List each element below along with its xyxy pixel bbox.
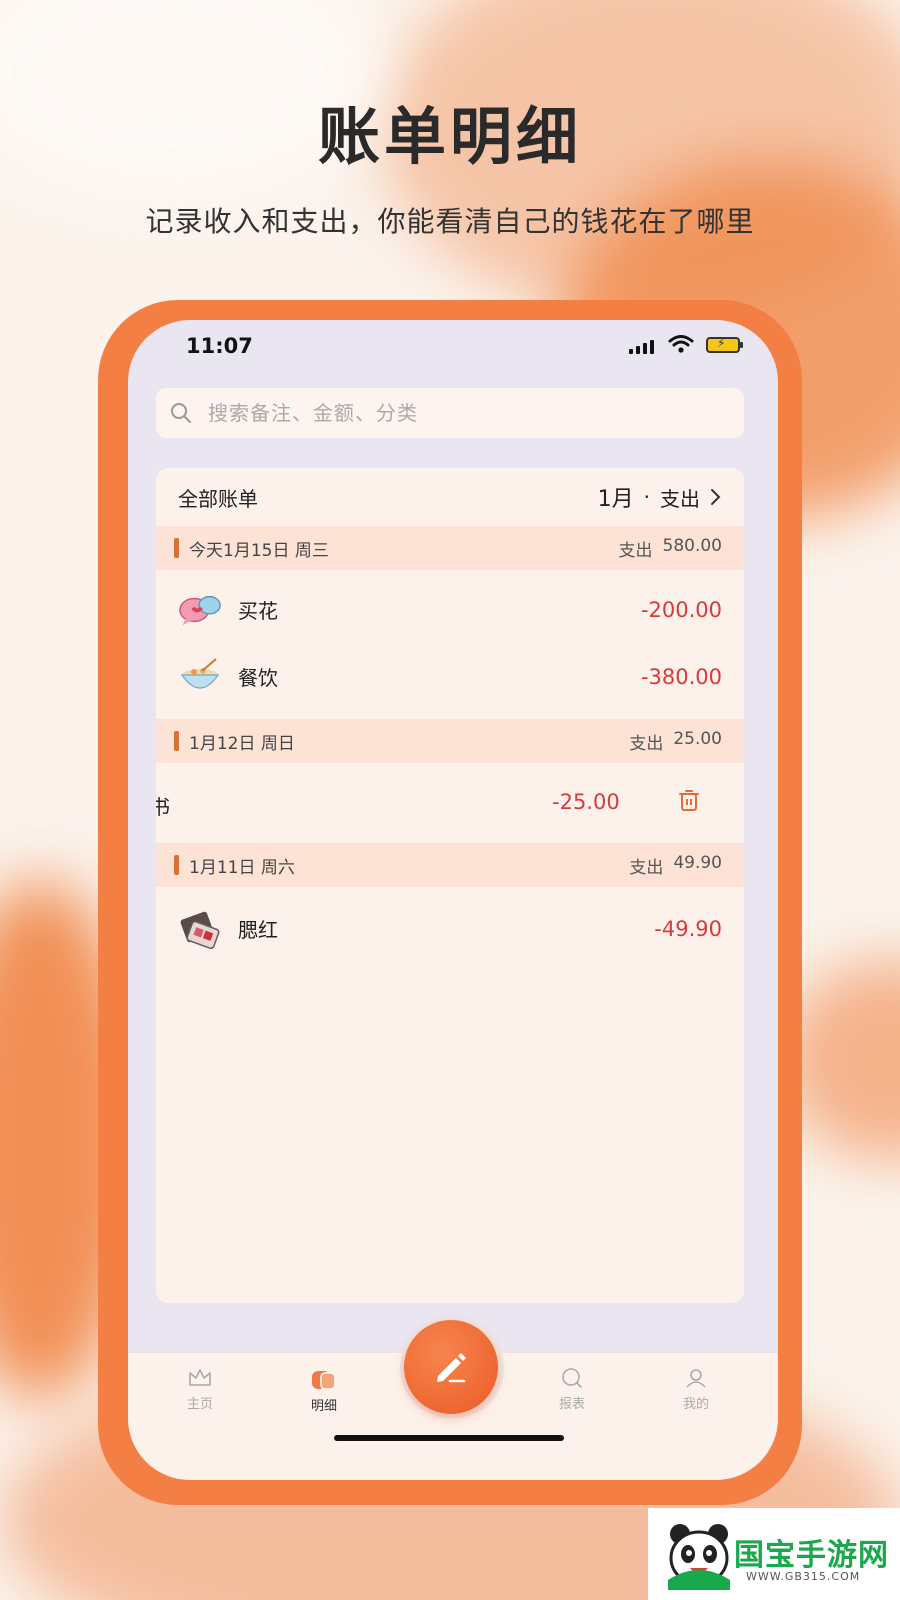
watermark-brand: 国宝手游网	[734, 1538, 889, 1573]
delete-icon[interactable]	[678, 789, 700, 813]
bill-name: 买花	[238, 599, 278, 623]
battery-icon: ⚡	[706, 336, 743, 353]
panda-logo-icon	[668, 1524, 730, 1590]
flower-chat-icon	[178, 588, 222, 632]
report-icon	[562, 1368, 582, 1388]
day-summary-label: 支出	[629, 857, 664, 878]
bill-amount: -380.00	[640, 664, 722, 689]
bill-row[interactable]: 腮红 -49.90	[156, 895, 744, 962]
bill-row-swiped[interactable]: 书 -25.00	[156, 763, 744, 843]
day-summary-amount: 580.00	[662, 535, 722, 556]
bill-row[interactable]: 餐饮 -380.00	[156, 643, 744, 710]
day-summary-amount: 49.90	[673, 852, 722, 873]
promo-title: 账单明细	[317, 100, 582, 173]
bill-card-header: 全部账单 1月 · 支出	[156, 468, 744, 526]
filter-separator: ·	[643, 485, 650, 509]
detail-icon	[312, 1371, 336, 1390]
month-filter-button[interactable]: 1月 · 支出	[598, 481, 722, 513]
tab-profile[interactable]: 我的	[656, 1367, 736, 1412]
search-input[interactable]	[206, 400, 710, 426]
day-date: 1月11日 周六	[189, 857, 295, 878]
chevron-right-icon	[711, 489, 721, 505]
crown-home-icon	[189, 1369, 211, 1386]
day-date: 今天1月15日 周三	[189, 540, 329, 561]
phone-screen: 11:07 ⚡ 全部账单 1月 ·	[128, 320, 778, 1480]
tab-home[interactable]: 主页	[160, 1367, 240, 1412]
status-time: 11:07	[186, 334, 253, 358]
status-bar: 11:07 ⚡	[128, 320, 778, 380]
bill-list-card: 全部账单 1月 · 支出 今天1月15日 周三 支出 580.00 买花 -20…	[156, 468, 744, 1303]
tab-label: 主页	[186, 1397, 213, 1412]
tab-label: 我的	[682, 1397, 709, 1412]
home-indicator	[334, 1435, 564, 1441]
tab-report[interactable]: 报表	[532, 1367, 612, 1412]
pencil-icon	[437, 1353, 466, 1383]
wifi-icon	[668, 335, 694, 353]
watermark: 国宝手游网 WWW.GB315.COM	[648, 1508, 900, 1600]
day-summary-amount: 25.00	[673, 728, 722, 749]
add-record-button[interactable]	[404, 1320, 498, 1414]
search-bar[interactable]	[156, 388, 744, 438]
food-bowl-icon	[178, 655, 222, 699]
bill-name: 餐饮	[238, 666, 278, 690]
blush-palette-icon	[178, 907, 222, 951]
day-date: 1月12日 周日	[189, 733, 295, 754]
watermark-url: WWW.GB315.COM	[746, 1570, 861, 1583]
tab-detail[interactable]: 明细	[284, 1367, 364, 1414]
phone-frame: 11:07 ⚡ 全部账单 1月 ·	[98, 300, 802, 1505]
day-summary-label: 支出	[618, 540, 653, 561]
tab-label: 明细	[310, 1399, 337, 1414]
bill-card-title: 全部账单	[178, 486, 258, 511]
filter-month: 1月	[597, 487, 634, 512]
day-header: 1月11日 周六 支出 49.90	[156, 843, 744, 887]
bill-amount: -200.00	[640, 597, 722, 622]
bill-amount: -49.90	[654, 916, 722, 941]
filter-type: 支出	[660, 486, 700, 511]
bill-row[interactable]: 买花 -200.00	[156, 576, 744, 643]
bill-name: 书	[156, 795, 170, 819]
bill-name: 腮红	[238, 918, 278, 942]
signal-icon	[629, 338, 654, 354]
search-icon	[171, 403, 191, 423]
bill-amount: -25.00	[552, 790, 620, 814]
tab-label: 报表	[558, 1397, 585, 1412]
day-header: 1月12日 周日 支出 25.00	[156, 719, 744, 763]
day-summary-label: 支出	[629, 733, 664, 754]
promo-subtitle: 记录收入和支出，你能看清自己的钱花在了哪里	[145, 205, 755, 238]
day-header: 今天1月15日 周三 支出 580.00	[156, 526, 744, 570]
profile-icon	[686, 1369, 706, 1388]
